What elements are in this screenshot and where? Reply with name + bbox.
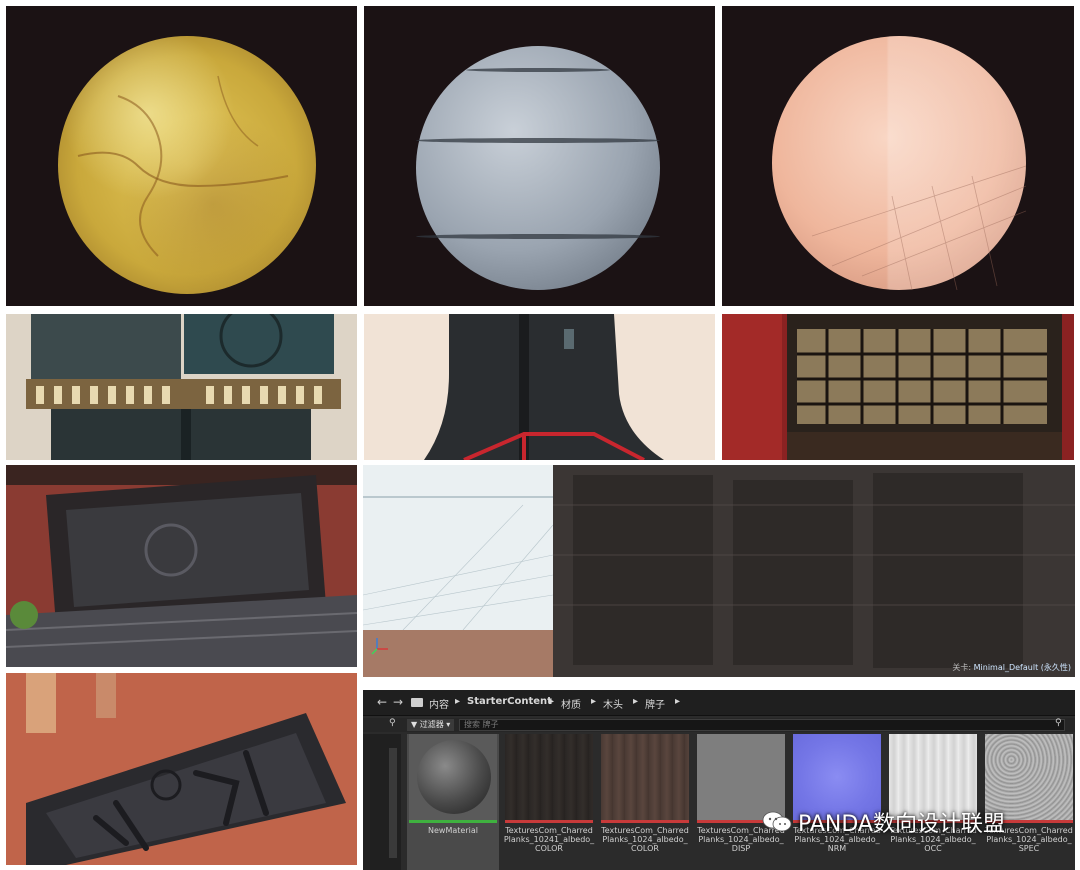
asset-type-underline [409, 820, 497, 823]
editor-viewport[interactable]: 关卡: Minimal_Default (永久性) [363, 465, 1075, 677]
asset-label: TexturesCom_Charred Planks_1024_albedo_ … [601, 826, 689, 853]
search-icon[interactable]: ⚲ [1055, 718, 1062, 728]
asset-tile-texture[interactable]: TexturesCom_Charred Planks_1024_albedo_ … [599, 734, 691, 870]
filter-bar: ⚲ ▼ 过滤器 ▾ 搜索 牌子 ⚲ [363, 718, 1075, 732]
window-facade-reference [722, 314, 1074, 460]
breadcrumb-materials[interactable]: 材质 [561, 696, 581, 711]
breadcrumb-startercontent[interactable]: StarterContent [467, 696, 552, 707]
breadcrumb-separator-icon: ▸ [675, 696, 681, 707]
arrow-right-icon[interactable]: → [393, 695, 403, 709]
texture-thumbnail [601, 734, 689, 820]
yellow-stone-sphere [58, 36, 316, 294]
material-thumbnail [409, 734, 497, 820]
breadcrumb-sign[interactable]: 牌子 [645, 696, 665, 711]
grey-plaster-sphere [416, 46, 660, 290]
wechat-icon [762, 810, 792, 834]
asset-tile-newmaterial[interactable]: NewMaterial [407, 734, 499, 870]
sphere-panel-yellow [6, 6, 357, 306]
asset-tile-texture[interactable]: TexturesCom_Charred Planks_1024_albedo_ … [983, 734, 1075, 870]
scrollbar[interactable] [389, 748, 397, 858]
asset-tile-texture[interactable]: TexturesCom_Charred Planks_1024_albedo_ … [887, 734, 979, 870]
sphere-panel-grey [364, 6, 715, 306]
level-status-name: Minimal_Default (永久性) [973, 663, 1071, 672]
asset-type-underline [505, 820, 593, 823]
asset-label: NewMaterial [428, 826, 478, 835]
asset-label: TexturesCom_Charred Planks_10241_albedo_… [503, 826, 595, 853]
axis-gizmo-icon [371, 635, 391, 655]
texture-thumbnail [505, 734, 593, 820]
arrow-left-icon[interactable]: ← [377, 695, 387, 709]
asset-type-underline [601, 820, 689, 823]
asset-search-input[interactable]: 搜索 牌子 [459, 719, 1065, 731]
asset-tile-texture[interactable]: TexturesCom_Charred Planks_10241_albedo_… [503, 734, 595, 870]
material-sphere-preview [417, 740, 491, 814]
content-browser: ← → 内容 ▸ StarterContent ▸ 材质 ▸ 木头 ▸ 牌子 ▸… [363, 690, 1075, 870]
level-status-prefix: 关卡: [952, 663, 972, 672]
breadcrumb-content[interactable]: 内容 [429, 696, 449, 711]
signboard-reference-bottom [6, 673, 357, 865]
folder-icon [411, 698, 423, 707]
filters-label: 过滤器 [419, 720, 444, 729]
pink-glossy-sphere [772, 36, 1026, 290]
asset-tile-texture[interactable]: TexturesCom_Charred Planks_1024_albedo_ … [791, 734, 883, 870]
dark-tower-reference [364, 314, 715, 460]
asset-tile-texture[interactable]: TexturesCom_Charred Planks_1024_albedo_ … [695, 734, 787, 870]
watermark: PANDA数向设计联盟 [762, 806, 1005, 838]
search-icon[interactable]: ⚲ [389, 718, 396, 728]
signboard-reference-top [6, 465, 357, 667]
watermark-text: PANDA数向设计联盟 [798, 812, 1005, 837]
breadcrumb-separator-icon: ▸ [633, 696, 639, 707]
clock-tower-reference [6, 314, 357, 460]
sphere-panel-pink [722, 6, 1074, 306]
filters-button[interactable]: ▼ 过滤器 ▾ [407, 719, 455, 731]
sources-panel[interactable] [363, 734, 401, 870]
breadcrumb-separator-icon: ▸ [549, 696, 555, 707]
breadcrumb-wood[interactable]: 木头 [603, 696, 623, 711]
viewport-level-status: 关卡: Minimal_Default (永久性) [952, 662, 1071, 673]
breadcrumb-separator-icon: ▸ [455, 696, 461, 707]
breadcrumb-separator-icon: ▸ [591, 696, 597, 707]
content-browser-toolbar: ← → 内容 ▸ StarterContent ▸ 材质 ▸ 木头 ▸ 牌子 ▸ [363, 690, 1075, 716]
